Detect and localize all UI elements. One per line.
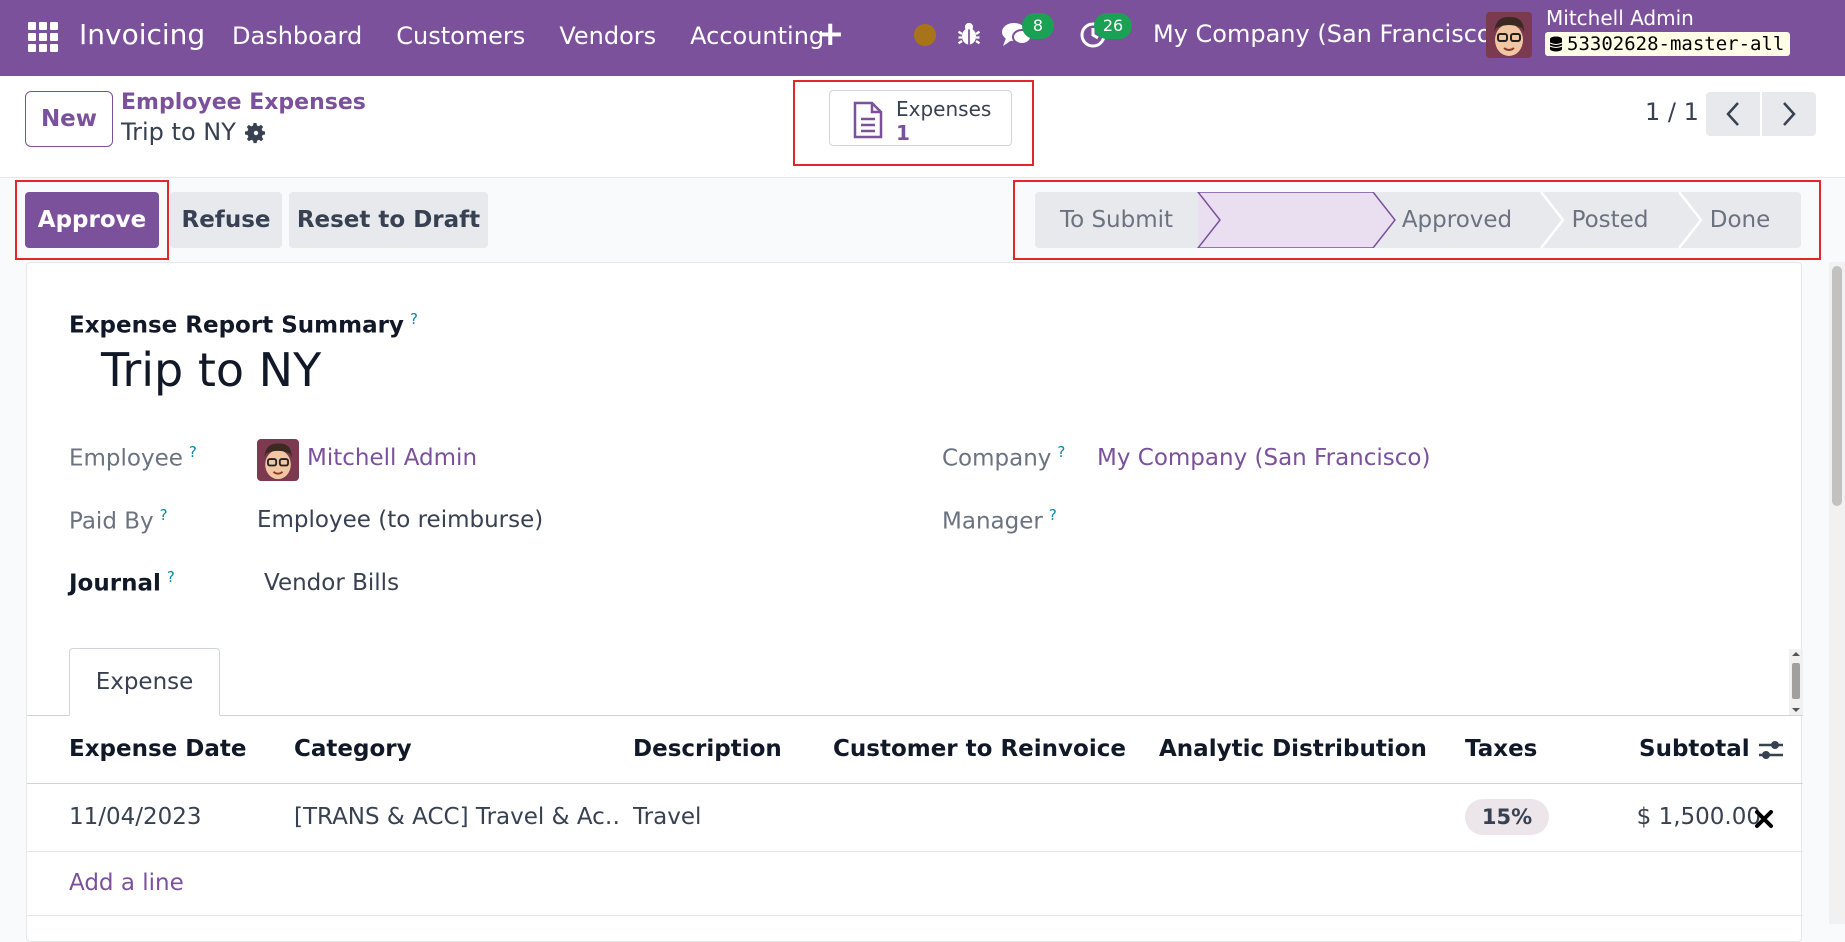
paid-by-field[interactable]: Employee (to reimburse): [257, 507, 543, 533]
journal-label-text: Journal: [69, 570, 161, 597]
employee-field[interactable]: Mitchell Admin: [307, 445, 477, 471]
stage-done[interactable]: Done: [1679, 192, 1801, 248]
journal-label: Journal?: [69, 568, 175, 597]
column-settings-icon[interactable]: [1757, 738, 1785, 762]
col-analytic-distribution[interactable]: Analytic Distribution: [1159, 736, 1427, 762]
smart-button-label: Expenses: [896, 97, 992, 121]
top-navbar: Invoicing Dashboard Customers Vendors Ac…: [0, 0, 1845, 76]
col-expense-date[interactable]: Expense Date: [69, 736, 247, 762]
col-category[interactable]: Category: [294, 736, 412, 762]
help-icon[interactable]: ?: [410, 310, 418, 328]
company-field[interactable]: My Company (San Francisco): [1097, 445, 1430, 471]
smart-button-count: 1: [896, 121, 910, 145]
new-button[interactable]: New: [25, 91, 113, 147]
stage-approved[interactable]: Approved: [1373, 192, 1541, 248]
help-icon[interactable]: ?: [167, 568, 175, 586]
page-scrollbar[interactable]: [1829, 262, 1845, 924]
manager-label: Manager?: [942, 506, 1057, 535]
expense-table-header: Expense Date Category Description Custom…: [27, 716, 1803, 784]
chevron-left-icon: [1726, 102, 1739, 126]
plus-icon[interactable]: +: [816, 14, 845, 54]
help-icon[interactable]: ?: [189, 443, 197, 461]
user-name[interactable]: Mitchell Admin: [1546, 6, 1694, 30]
menu-accounting[interactable]: Accounting: [690, 22, 824, 50]
col-description[interactable]: Description: [633, 736, 782, 762]
col-customer-reinvoice[interactable]: Customer to Reinvoice: [833, 736, 1126, 762]
form-sheet: Expense Report Summary? Trip to NY Emplo…: [26, 262, 1803, 942]
pager-next-button[interactable]: [1762, 92, 1816, 136]
expenses-smart-button[interactable]: Expenses 1: [829, 90, 1012, 146]
bug-icon[interactable]: [955, 20, 983, 48]
stage-to-submit[interactable]: To Submit: [1035, 192, 1198, 248]
help-icon[interactable]: ?: [1057, 443, 1065, 461]
approve-button[interactable]: Approve: [25, 192, 159, 248]
menu-vendors[interactable]: Vendors: [559, 22, 656, 50]
paid-by-label-text: Paid By: [69, 508, 154, 535]
app-name[interactable]: Invoicing: [79, 18, 205, 51]
apps-menu-icon[interactable]: [28, 22, 58, 52]
stage-label: To Submit: [1059, 207, 1174, 233]
main-menu: Dashboard Customers Vendors Accounting: [232, 22, 858, 50]
add-line-link[interactable]: Add a line: [69, 870, 184, 896]
col-taxes[interactable]: Taxes: [1465, 736, 1537, 762]
breadcrumb-current: Trip to NY: [121, 118, 236, 146]
control-panel: New Employee Expenses Trip to NY Expense…: [0, 76, 1845, 178]
employee-avatar: [257, 439, 299, 481]
database-icon: [1549, 36, 1563, 52]
company-label-text: Company: [942, 445, 1052, 472]
stage-submitted[interactable]: Submitted: [1198, 192, 1373, 248]
database-badge: 53302628-master-all: [1545, 32, 1791, 56]
help-icon[interactable]: ?: [1049, 506, 1057, 524]
employee-label: Employee?: [69, 443, 197, 472]
tab-expense[interactable]: Expense: [69, 648, 220, 716]
chevron-right-icon: [1783, 102, 1796, 126]
manager-label-text: Manager: [942, 508, 1043, 535]
summary-input[interactable]: Trip to NY: [101, 343, 321, 397]
paid-by-label: Paid By?: [69, 506, 168, 535]
employee-label-text: Employee: [69, 445, 183, 472]
delete-icon[interactable]: [1753, 808, 1775, 830]
stage-posted[interactable]: Posted: [1541, 192, 1679, 248]
table-bottom-divider: [27, 915, 1803, 916]
menu-customers[interactable]: Customers: [396, 22, 525, 50]
messages-count-badge: 8: [1022, 13, 1054, 39]
refuse-button[interactable]: Refuse: [170, 192, 282, 248]
summary-label: Expense Report Summary?: [69, 310, 418, 339]
pager-previous-button[interactable]: [1706, 92, 1760, 136]
breadcrumb-parent[interactable]: Employee Expenses: [121, 90, 366, 115]
cell-subtotal[interactable]: $ 1,500.00: [1621, 804, 1761, 830]
tax-badge[interactable]: 15%: [1465, 799, 1549, 835]
activities-count-badge: 26: [1094, 13, 1132, 39]
menu-dashboard[interactable]: Dashboard: [232, 22, 362, 50]
user-avatar[interactable]: [1486, 12, 1532, 58]
cell-expense-date[interactable]: 11/04/2023: [69, 804, 202, 830]
journal-field[interactable]: Vendor Bills: [264, 570, 399, 596]
pager-value[interactable]: 1 / 1: [1645, 98, 1699, 126]
summary-label-text: Expense Report Summary: [69, 312, 404, 339]
help-icon[interactable]: ?: [160, 506, 168, 524]
cell-category[interactable]: [TRANS & ACC] Travel & Ac…: [294, 804, 620, 830]
gear-icon[interactable]: [244, 121, 268, 145]
tab-scrollbar[interactable]: [1789, 649, 1803, 715]
table-row[interactable]: 11/04/2023 [TRANS & ACC] Travel & Ac… Tr…: [27, 784, 1803, 852]
stage-label: Done: [1709, 207, 1771, 233]
stage-label: Posted: [1571, 207, 1649, 233]
document-icon: [853, 101, 883, 139]
company-switcher[interactable]: My Company (San Francisco): [1153, 20, 1501, 48]
stage-label: Approved: [1401, 207, 1513, 233]
database-name: 53302628-master-all: [1567, 33, 1785, 55]
status-dot-icon[interactable]: [914, 24, 936, 46]
col-subtotal[interactable]: Subtotal: [1639, 736, 1750, 762]
form-statusbar: Approve Refuse Reset to Draft To Submit …: [0, 178, 1845, 262]
status-stages: To Submit Submitted Approved Posted Done: [1035, 192, 1801, 248]
stage-label: Submitted: [1217, 207, 1354, 233]
reset-to-draft-button[interactable]: Reset to Draft: [289, 192, 488, 248]
scrollbar-thumb[interactable]: [1832, 266, 1842, 506]
company-label: Company?: [942, 443, 1065, 472]
cell-description[interactable]: Travel: [633, 804, 701, 830]
